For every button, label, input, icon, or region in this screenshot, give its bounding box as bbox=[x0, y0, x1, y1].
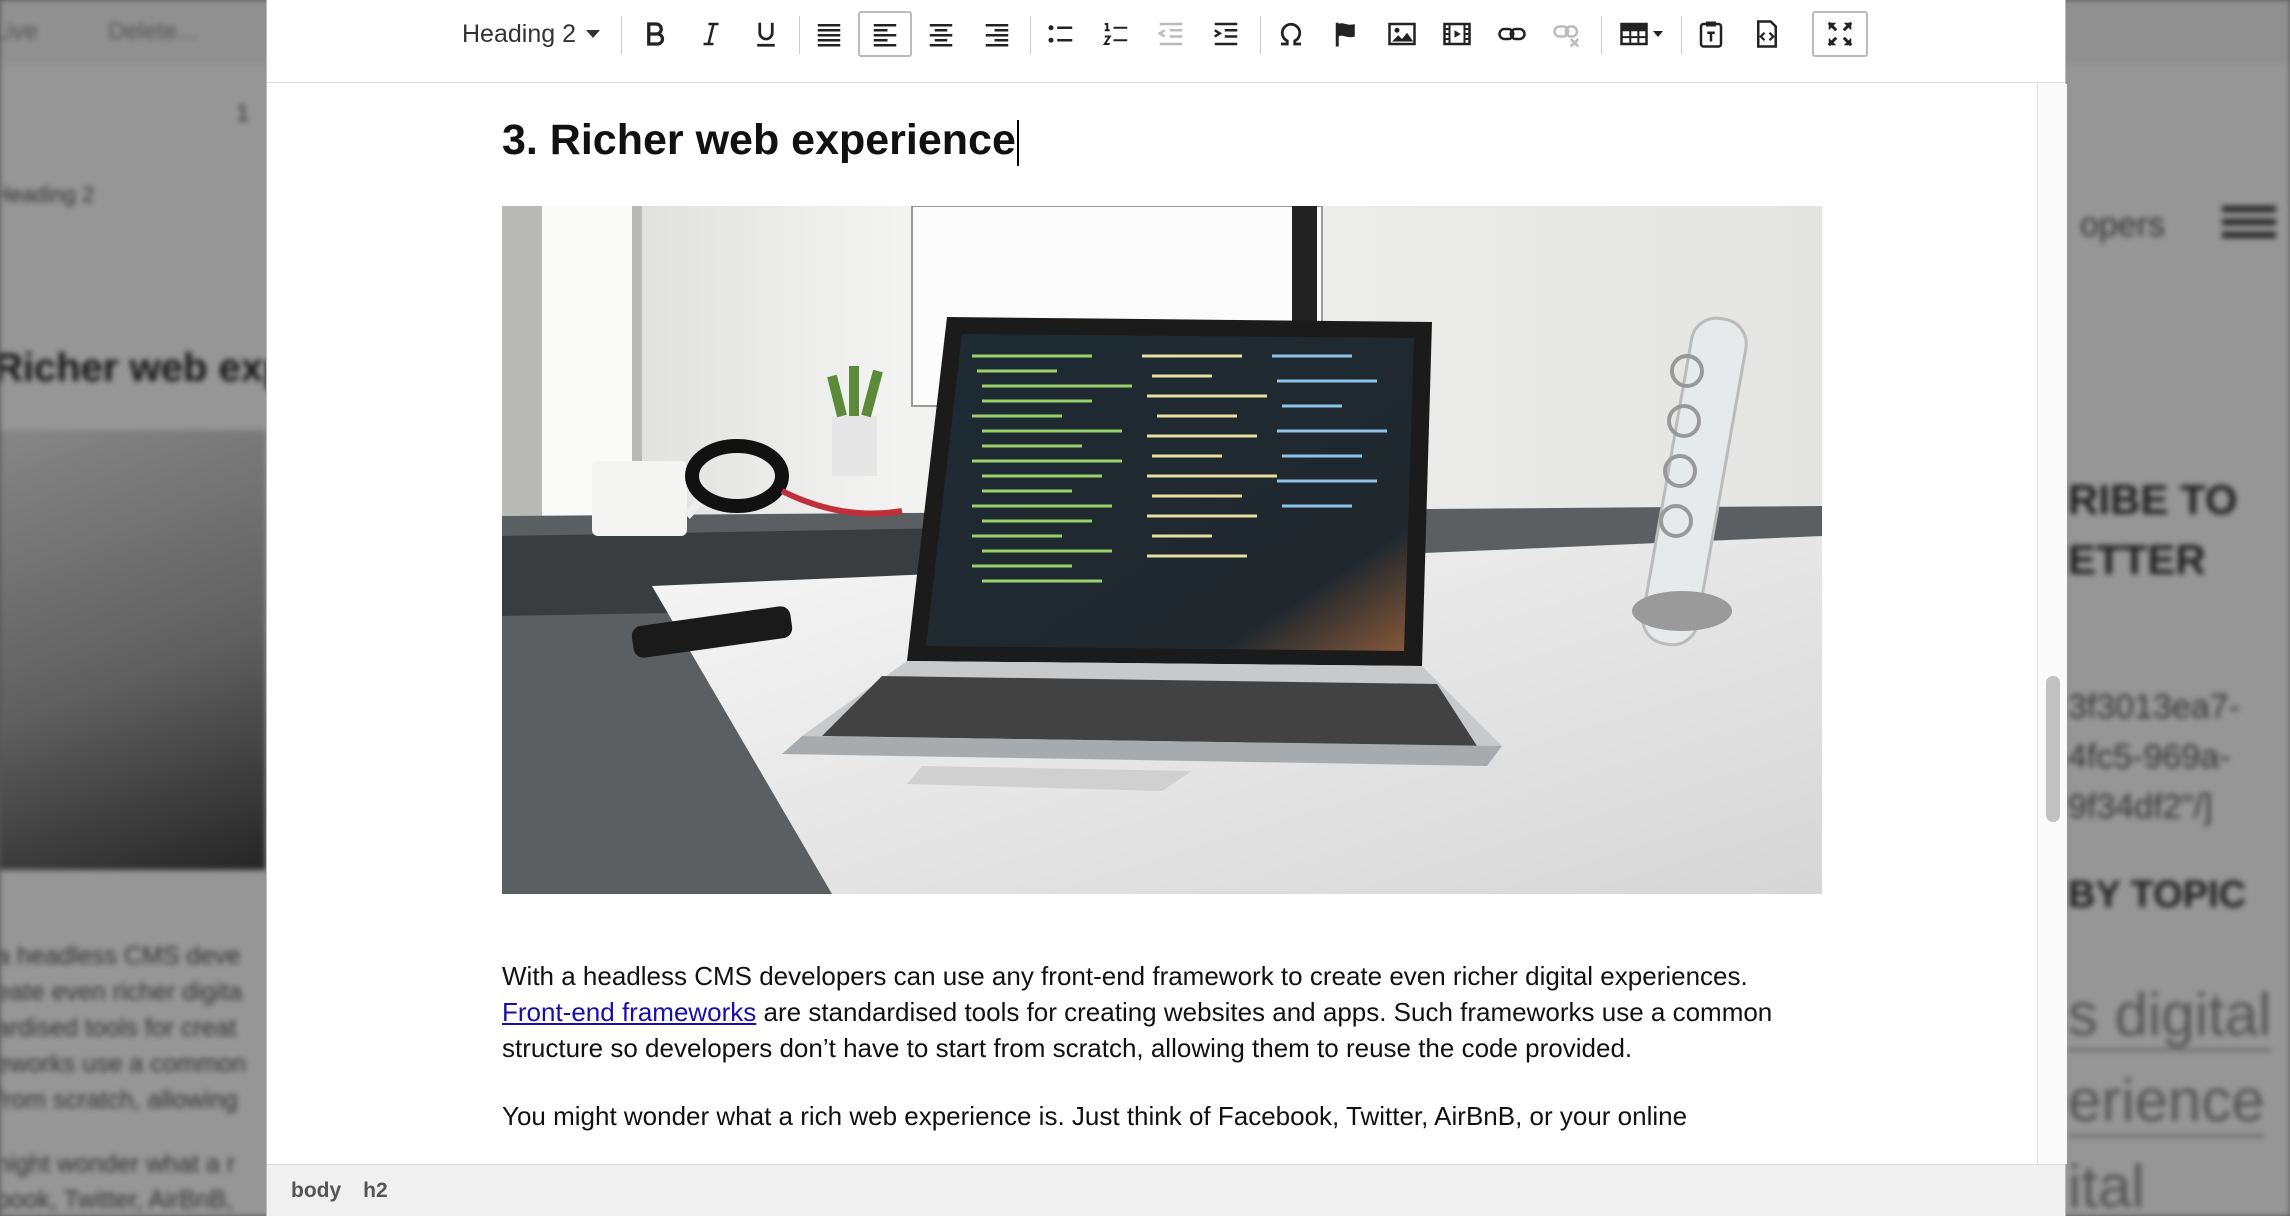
align-center-button[interactable] bbox=[919, 11, 963, 57]
rich-text-editor: Heading 2 3. Richer web experience With … bbox=[266, 0, 2067, 1216]
source-code-button[interactable] bbox=[1745, 11, 1789, 57]
unlink-button[interactable] bbox=[1545, 11, 1589, 57]
section-heading-text: 3. Richer web experience bbox=[502, 116, 1016, 164]
format-select[interactable]: Heading 2 bbox=[462, 11, 600, 57]
align-left-button[interactable] bbox=[858, 11, 912, 57]
editor-content-area[interactable]: 3. Richer web experience With a headless… bbox=[267, 84, 2037, 1164]
section-heading[interactable]: 3. Richer web experience bbox=[502, 112, 1822, 168]
bullet-list-button[interactable] bbox=[1039, 11, 1083, 57]
document-body: 3. Richer web experience With a headless… bbox=[502, 112, 1822, 1134]
table-button[interactable] bbox=[1609, 11, 1671, 57]
indent-button[interactable] bbox=[1204, 11, 1248, 57]
unlink-icon bbox=[1553, 25, 1580, 48]
align-justify-button[interactable] bbox=[807, 11, 851, 57]
align-justify-icon bbox=[817, 24, 841, 47]
media-button[interactable] bbox=[1435, 11, 1479, 57]
chevron-down-icon bbox=[585, 30, 600, 38]
scrollbar-thumb[interactable] bbox=[2046, 676, 2060, 822]
align-right-button[interactable] bbox=[975, 11, 1019, 57]
special-char-button[interactable] bbox=[1269, 11, 1313, 57]
link-icon bbox=[1498, 27, 1526, 41]
flag-icon bbox=[1335, 22, 1355, 47]
italic-icon bbox=[703, 22, 719, 46]
toolbar-divider bbox=[799, 16, 800, 54]
underline-button[interactable] bbox=[744, 11, 788, 57]
toolbar-divider bbox=[621, 16, 622, 54]
table-icon bbox=[1620, 22, 1648, 46]
anchor-button[interactable] bbox=[1324, 11, 1368, 57]
paragraph-1-text: With a headless CMS developers can use a… bbox=[502, 961, 1748, 991]
link-button[interactable] bbox=[1490, 11, 1534, 57]
path-item-h2[interactable]: h2 bbox=[363, 1179, 388, 1203]
outdent-button[interactable] bbox=[1149, 11, 1193, 57]
editor-toolbar: Heading 2 bbox=[267, 0, 2065, 83]
film-icon bbox=[1443, 22, 1471, 46]
align-center-icon bbox=[929, 24, 953, 47]
bullet-list-icon bbox=[1048, 25, 1073, 43]
text-cursor bbox=[1016, 119, 1019, 166]
code-icon bbox=[1757, 20, 1777, 48]
bold-icon bbox=[647, 22, 665, 46]
toolbar-divider bbox=[1681, 16, 1682, 54]
toolbar-divider bbox=[1601, 16, 1602, 54]
align-left-icon bbox=[873, 24, 897, 47]
front-end-frameworks-link[interactable]: Front-end frameworks bbox=[502, 997, 756, 1027]
underline-icon bbox=[757, 22, 775, 47]
numbered-list-button[interactable] bbox=[1094, 11, 1138, 57]
image-button[interactable] bbox=[1380, 11, 1424, 57]
format-select-label: Heading 2 bbox=[462, 19, 576, 48]
toolbar-divider bbox=[1260, 16, 1261, 54]
chevron-down-icon bbox=[1653, 31, 1663, 37]
omega-icon bbox=[1280, 22, 1302, 46]
paste-text-icon bbox=[1699, 21, 1723, 48]
italic-button[interactable] bbox=[689, 11, 733, 57]
outdent-icon bbox=[1157, 22, 1183, 46]
align-right-icon bbox=[985, 24, 1009, 47]
laptop-photo[interactable] bbox=[502, 206, 1822, 894]
indent-icon bbox=[1214, 22, 1238, 46]
vertical-scrollbar[interactable] bbox=[2037, 84, 2067, 1164]
toolbar-divider bbox=[1030, 16, 1031, 54]
paragraph-2[interactable]: You might wonder what a rich web experie… bbox=[502, 1098, 1822, 1134]
fullscreen-icon bbox=[1827, 21, 1853, 47]
image-icon bbox=[1388, 22, 1416, 46]
fullscreen-button[interactable] bbox=[1812, 11, 1868, 57]
paste-text-button[interactable] bbox=[1689, 11, 1733, 57]
path-item-body[interactable]: body bbox=[291, 1179, 341, 1203]
laptop-photo-illustration bbox=[502, 206, 1822, 894]
element-path-statusbar: body h2 bbox=[267, 1164, 2065, 1216]
numbered-list-icon bbox=[1102, 23, 1128, 45]
bold-button[interactable] bbox=[633, 11, 677, 57]
paragraph-1[interactable]: With a headless CMS developers can use a… bbox=[502, 958, 1822, 1066]
